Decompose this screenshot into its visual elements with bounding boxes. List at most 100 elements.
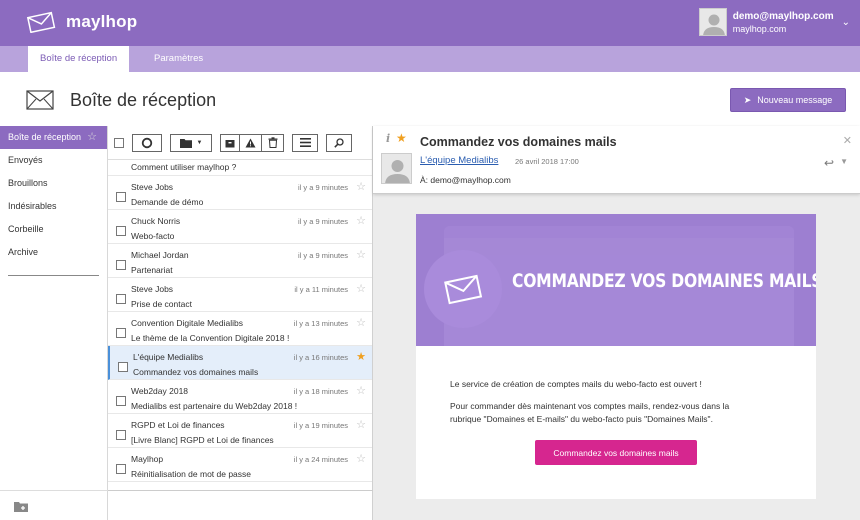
list-item[interactable]: Chuck Norris Webo-facto il y a 9 minutes… [108, 210, 372, 244]
app-logo[interactable]: maylhop [26, 11, 137, 33]
message-time: il y a 9 minutes [297, 251, 348, 260]
list-item[interactable]: Web2day 2018 Medialibs est partenaire du… [108, 380, 372, 414]
message-subject: Commandez vos domaines mails [133, 367, 259, 377]
row-checkbox[interactable] [116, 294, 126, 304]
report-spam-button[interactable] [240, 133, 262, 152]
sidebar-item-inbox[interactable]: Boîte de réception ☆ [0, 126, 107, 149]
message-sender: Web2day 2018 [131, 386, 189, 396]
body-paragraph: Le service de création de comptes mails … [450, 379, 702, 389]
more-actions-button[interactable] [292, 133, 318, 152]
message-time: il y a 19 minutes [293, 421, 348, 430]
message-time: il y a 9 minutes [297, 183, 348, 192]
new-message-button[interactable]: ➤ Nouveau message [730, 88, 846, 112]
envelope-icon [26, 90, 54, 110]
list-item[interactable]: RGPD et Loi de finances [Livre Blanc] RG… [108, 414, 372, 448]
warning-icon [245, 138, 256, 147]
sidebar-item-sent[interactable]: Envoyés [0, 149, 107, 172]
folder-icon [179, 138, 192, 148]
message-sender: L'équipe Medialibs [133, 352, 204, 362]
select-all-checkbox[interactable] [114, 137, 124, 148]
message-header: i ★ Commandez vos domaines mails ✕ L'équ… [373, 126, 860, 194]
row-checkbox[interactable] [116, 328, 126, 338]
sender-link[interactable]: L'équipe Medialibs [420, 155, 498, 166]
star-filled-icon[interactable]: ★ [356, 350, 366, 363]
message-subject: Webo-facto [131, 231, 175, 241]
message-time: il y a 24 minutes [293, 455, 348, 464]
message-time: il y a 13 minutes [293, 319, 348, 328]
message-time: il y a 16 minutes [293, 353, 348, 362]
archive-box-icon [225, 139, 235, 147]
hamburger-icon [299, 138, 311, 147]
avatar[interactable] [698, 8, 727, 36]
star-icon[interactable]: ☆ [356, 418, 366, 431]
star-icon[interactable]: ☆ [356, 282, 366, 295]
message-subject: Réinitialisation de mot de passe [131, 469, 252, 479]
tab-settings[interactable]: Paramètres [142, 46, 215, 72]
sidebar-item-drafts[interactable]: Brouillons [0, 172, 107, 195]
archive-button[interactable] [220, 133, 240, 152]
envelope-icon [444, 274, 483, 305]
star-icon[interactable]: ☆ [356, 316, 366, 329]
order-domains-button[interactable]: Commandez vos domaines mails [535, 440, 697, 465]
user-menu[interactable]: demo@maylhop.com maylhop.com ⌄ [698, 8, 850, 36]
sidebar-item-archive[interactable]: Archive [0, 241, 107, 264]
star-icon[interactable]: ☆ [356, 180, 366, 193]
delete-button[interactable] [262, 133, 284, 152]
row-checkbox[interactable] [116, 226, 126, 236]
star-icon[interactable]: ☆ [356, 452, 366, 465]
message-sender: Steve Jobs [131, 284, 174, 294]
message-date: 26 avril 2018 17:00 [515, 157, 579, 166]
message-subject: Demande de démo [131, 197, 204, 207]
message-subject: Le thème de la Convention Digitale 2018 … [131, 333, 290, 343]
list-item[interactable]: Comment utiliser maylhop ? [108, 160, 372, 176]
user-placeholder-icon [385, 160, 410, 183]
star-icon[interactable]: ☆ [356, 384, 366, 397]
sidebar-item-label: Corbeille [8, 224, 44, 234]
row-checkbox[interactable] [118, 362, 128, 372]
list-item[interactable]: Michael Jordan Partenariat il y a 9 minu… [108, 244, 372, 278]
row-checkbox[interactable] [116, 396, 126, 406]
email-banner: COMMANDEZ VOS DOMAINES MAILS [416, 214, 816, 346]
message-subject: [Livre Blanc] RGPD et Loi de finances [131, 435, 274, 445]
page-title: Boîte de réception [70, 90, 217, 110]
sidebar-item-label: Envoyés [8, 155, 43, 165]
info-icon[interactable]: i [386, 132, 390, 145]
sidebar-item-trash[interactable]: Corbeille [0, 218, 107, 241]
list-item[interactable]: Steve Jobs Prise de contact il y a 11 mi… [108, 278, 372, 312]
trash-icon [268, 137, 277, 148]
message-sender: Chuck Norris [131, 216, 181, 226]
list-item[interactable]: Maylhop Réinitialisation de mot de passe… [108, 448, 372, 482]
message-time: il y a 11 minutes [294, 285, 348, 294]
caret-down-icon[interactable]: ▼ [840, 157, 848, 166]
row-checkbox[interactable] [116, 430, 126, 440]
sidebar-item-label: Brouillons [8, 178, 48, 188]
row-checkbox[interactable] [116, 192, 126, 202]
star-icon[interactable]: ☆ [356, 248, 366, 261]
refresh-button[interactable] [132, 133, 162, 152]
body-paragraph-line: rubrique "Domaines et E-mails" du webo-f… [450, 414, 713, 424]
star-filled-icon[interactable]: ★ [396, 131, 407, 145]
star-icon[interactable]: ☆ [87, 126, 97, 149]
list-item-selected[interactable]: L'équipe Medialibs Commandez vos domaine… [108, 346, 372, 380]
close-icon[interactable]: ✕ [843, 134, 852, 147]
star-icon[interactable]: ☆ [356, 214, 366, 227]
message-list: ▼ Comment utiliser maylhop ? Steve Jobs … [108, 126, 373, 520]
row-checkbox[interactable] [116, 260, 126, 270]
message-time: il y a 18 minutes [293, 387, 348, 396]
message-subject: Medialibs est partenaire du Web2day 2018… [131, 401, 298, 411]
add-folder-icon[interactable] [14, 501, 28, 512]
tab-inbox[interactable]: Boîte de réception [28, 46, 130, 72]
move-to-folder-button[interactable]: ▼ [170, 133, 212, 152]
reply-icon[interactable]: ↩ [824, 156, 834, 170]
folder-sidebar: Boîte de réception ☆ Envoyés Brouillons … [0, 126, 108, 520]
message-subject-heading: Commandez vos domaines mails [420, 135, 617, 149]
sidebar-item-spam[interactable]: Indésirables [0, 195, 107, 218]
search-button[interactable] [326, 133, 352, 152]
chevron-down-icon[interactable]: ⌄ [842, 17, 850, 28]
envelope-logo-icon [26, 11, 56, 33]
row-checkbox[interactable] [116, 464, 126, 474]
user-domain: maylhop.com [732, 23, 787, 34]
list-item[interactable]: Steve Jobs Demande de démo il y a 9 minu… [108, 176, 372, 210]
message-sender: Michael Jordan [131, 250, 189, 260]
list-item[interactable]: Convention Digitale Medialibs Le thème d… [108, 312, 372, 346]
